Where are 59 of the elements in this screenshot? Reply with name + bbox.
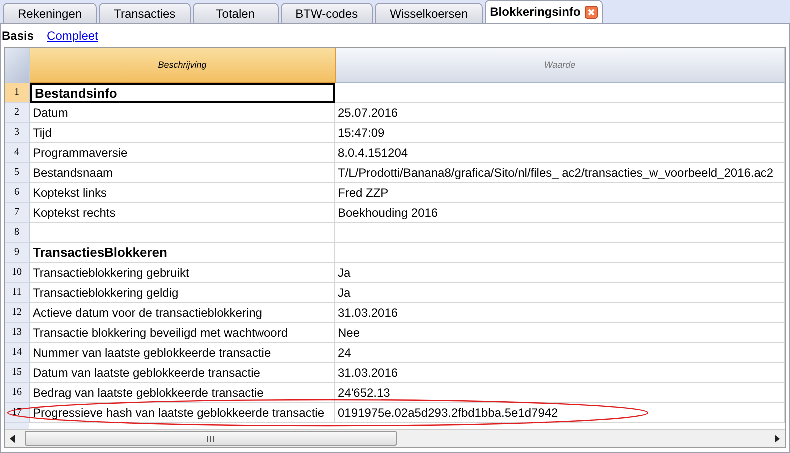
row-number: 7 [5, 203, 30, 223]
row-number: 15 [5, 363, 30, 383]
row-number: 11 [5, 283, 30, 303]
table-cell: TransactiesBlokkeren [30, 243, 335, 263]
row-number: 10 [5, 263, 30, 283]
tab[interactable]: Rekeningen [3, 3, 98, 23]
table-cell: Actieve datum voor de transactieblokkering [30, 303, 335, 323]
table-cell: Bestandsinfo [30, 83, 335, 103]
row-number: 6 [5, 183, 30, 203]
row-number: 1 [5, 83, 30, 103]
tab[interactable]: Wisselkoersen [375, 3, 484, 23]
table-cell: 24 [335, 343, 785, 363]
column-header[interactable]: Waarde [336, 48, 785, 83]
row-number: 5 [5, 163, 30, 183]
row-number: 14 [5, 343, 30, 363]
table-cell: Bedrag van laatste geblokkeerde transactie [30, 383, 335, 403]
table-cell: 31.03.2016 [335, 303, 785, 323]
row-number: 2 [5, 103, 30, 123]
row-number: 9 [5, 243, 30, 263]
view-link[interactable]: Basis [2, 28, 34, 42]
table-cell: Datum [30, 103, 335, 123]
table-cell: Transactieblokkering gebruikt [30, 263, 335, 283]
tab[interactable]: BTW-codes [280, 3, 374, 23]
table-cell: Programmaversie [30, 143, 335, 163]
table-cell: 31.03.2016 [335, 363, 785, 383]
corner-cell [5, 48, 30, 83]
row-number: 4 [5, 143, 30, 163]
tab[interactable]: Blokkeringsinfo [485, 0, 603, 23]
tab[interactable]: Totalen [192, 3, 279, 23]
column-header[interactable]: Beschrijving [30, 48, 336, 83]
table-cell: Ja [335, 263, 785, 283]
table-cell: 24'652.13 [335, 383, 785, 403]
row-number: 3 [5, 123, 30, 143]
table-cell: 8.0.4.151204 [335, 143, 785, 163]
table-cell: T/L/Prodotti/Banana8/grafica/Sito/nl/files_ ac2/transacties_w_voorbeeld_2016.ac2 [335, 163, 785, 183]
view-link[interactable]: Compleet [47, 28, 98, 42]
table-cell: Fred ZZP [335, 183, 785, 203]
scrollbar-thumb[interactable] [25, 431, 397, 446]
grip-icon [207, 434, 215, 442]
close-icon[interactable] [584, 6, 598, 18]
table-cell: 25.07.2016 [335, 103, 785, 123]
table-cell: Datum van laatste geblokkeerde transactie [30, 363, 335, 383]
table-cell: Koptekst links [30, 183, 335, 203]
table-cell: Nummer van laatste geblokkeerde transactie [30, 343, 335, 363]
tab[interactable]: Transacties [99, 3, 191, 23]
row-number: 8 [5, 223, 30, 243]
row-number: 12 [5, 303, 30, 323]
table-cell: Transactie blokkering beveiligd met wachtwoord [30, 323, 335, 343]
table-cell: Bestandsnaam [30, 163, 335, 183]
table-cell: 15:47:09 [335, 123, 785, 143]
table-cell: Boekhouding 2016 [335, 203, 785, 223]
table-cell: Nee [335, 323, 785, 343]
table-cell: Koptekst rechts [30, 203, 335, 223]
row-number: 13 [5, 323, 30, 343]
table-cell: Ja [335, 283, 785, 303]
horizontal-scrollbar[interactable] [5, 429, 785, 447]
row-number: 16 [5, 383, 30, 403]
table-cell: Tijd [30, 123, 335, 143]
table-cell: Transactieblokkering geldig [30, 283, 335, 303]
